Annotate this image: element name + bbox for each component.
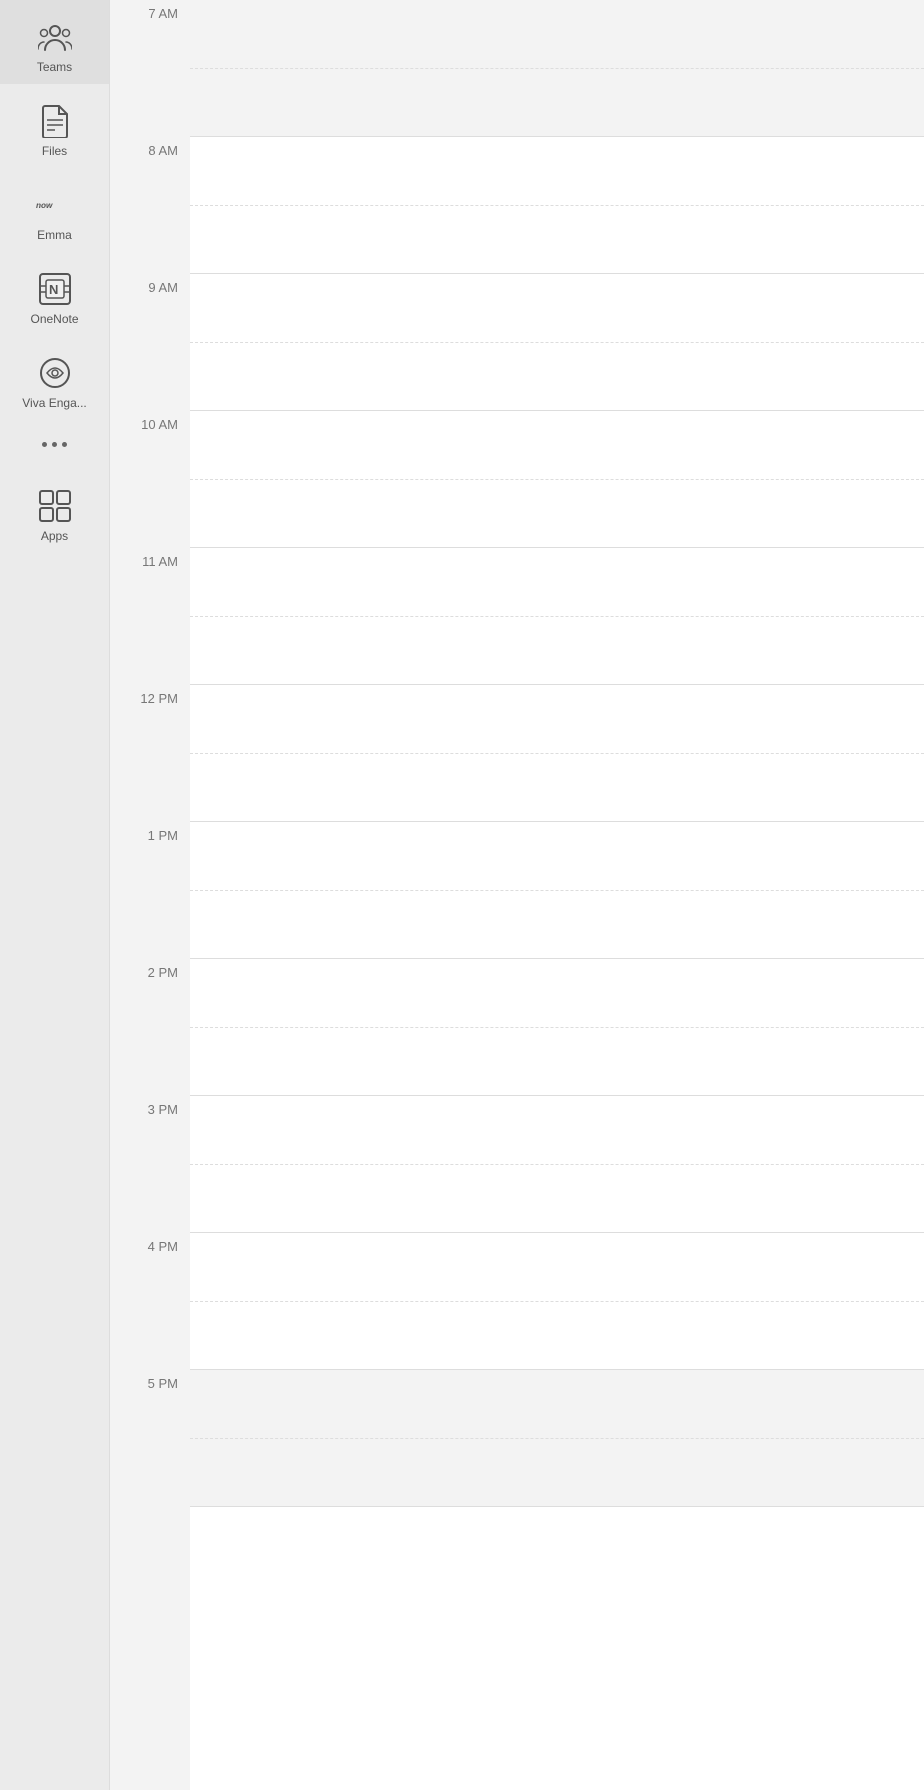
hour-block-2pm[interactable] — [190, 959, 924, 1096]
time-slot-12pm: 12 PM — [110, 685, 190, 822]
sidebar: Teams Files now Emma N — [0, 0, 110, 1790]
hour-block-12pm[interactable] — [190, 685, 924, 822]
files-icon — [36, 102, 74, 140]
files-label: Files — [42, 144, 67, 158]
hour-block-9am[interactable] — [190, 274, 924, 411]
time-label-1pm: 1 PM — [148, 828, 178, 843]
hour-block-8am[interactable] — [190, 137, 924, 274]
time-label-7am: 7 AM — [148, 6, 178, 21]
hour-block-10am[interactable] — [190, 411, 924, 548]
onenote-label: OneNote — [30, 312, 78, 326]
sidebar-item-files[interactable]: Files — [0, 84, 109, 168]
time-slot-2pm: 2 PM — [110, 959, 190, 1096]
apps-icon — [36, 487, 74, 525]
time-label-8am: 8 AM — [148, 143, 178, 158]
sidebar-item-teams[interactable]: Teams — [0, 0, 109, 84]
apps-label: Apps — [41, 529, 68, 543]
viva-engage-label: Viva Enga... — [22, 396, 87, 410]
time-slot-7am: 7 AM — [110, 0, 190, 137]
sidebar-more-button[interactable] — [0, 420, 109, 469]
emma-icon: now — [36, 186, 74, 224]
svg-text:now: now — [36, 201, 53, 210]
more-dots-icon — [42, 442, 67, 447]
time-label-11am: 11 AM — [142, 554, 178, 569]
time-slot-11am: 11 AM — [110, 548, 190, 685]
onenote-icon: N — [36, 270, 74, 308]
calendar-view: 7 AM 8 AM 9 AM 10 AM 11 AM 12 PM 1 PM 2 … — [110, 0, 924, 1790]
sidebar-item-apps[interactable]: Apps — [0, 469, 109, 553]
emma-label: Emma — [37, 228, 72, 242]
time-label-3pm: 3 PM — [148, 1102, 178, 1117]
time-column: 7 AM 8 AM 9 AM 10 AM 11 AM 12 PM 1 PM 2 … — [110, 0, 190, 1790]
time-label-5pm: 5 PM — [148, 1376, 178, 1391]
time-slot-1pm: 1 PM — [110, 822, 190, 959]
sidebar-item-viva-engage[interactable]: Viva Enga... — [0, 336, 109, 420]
teams-label: Teams — [37, 60, 72, 74]
hour-block-1pm[interactable] — [190, 822, 924, 959]
sidebar-item-onenote[interactable]: N OneNote — [0, 252, 109, 336]
time-slot-5pm: 5 PM — [110, 1370, 190, 1507]
time-slot-4pm: 4 PM — [110, 1233, 190, 1370]
viva-engage-icon — [36, 354, 74, 392]
time-slot-9am: 9 AM — [110, 274, 190, 411]
hour-block-3pm[interactable] — [190, 1096, 924, 1233]
hour-block-11am[interactable] — [190, 548, 924, 685]
time-label-2pm: 2 PM — [148, 965, 178, 980]
hour-block-4pm[interactable] — [190, 1233, 924, 1370]
hour-block-7am[interactable] — [190, 0, 924, 137]
time-label-10am: 10 AM — [141, 417, 178, 432]
time-label-12pm: 12 PM — [140, 691, 178, 706]
svg-text:N: N — [49, 282, 58, 297]
sidebar-item-emma[interactable]: now Emma — [0, 168, 109, 252]
event-column[interactable] — [190, 0, 924, 1790]
teams-icon — [36, 18, 74, 56]
time-slot-10am: 10 AM — [110, 411, 190, 548]
time-label-4pm: 4 PM — [148, 1239, 178, 1254]
time-label-9am: 9 AM — [148, 280, 178, 295]
time-slot-8am: 8 AM — [110, 137, 190, 274]
hour-block-5pm[interactable] — [190, 1370, 924, 1507]
time-slot-3pm: 3 PM — [110, 1096, 190, 1233]
